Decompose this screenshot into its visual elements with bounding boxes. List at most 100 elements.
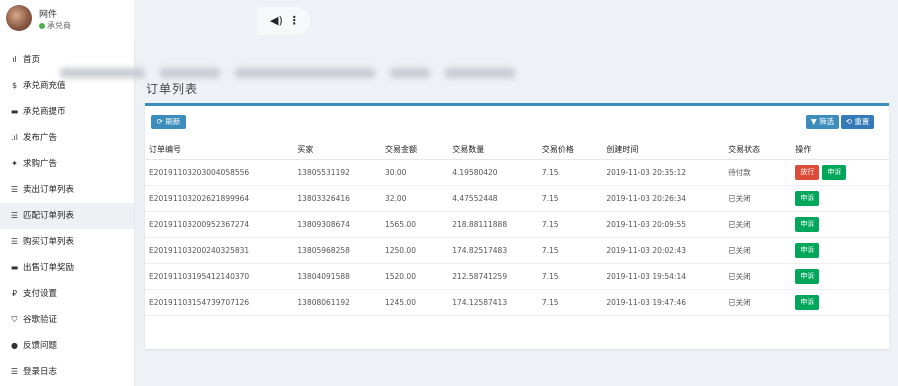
actions-cell: 申诉 [791,237,889,264]
amount-cell: 1520.00 [380,263,449,290]
table-row: E20191103203004058556 13805531192 30.00 4.1… [145,159,889,186]
orders-card: ⟳ 刷新 ▼ 筛选 ⟲ 重置 订单编号 买家 交易金额 交易数量 交易价格 创建时间 交易状… [145,103,889,349]
actions-cell: 申诉 [791,289,889,316]
table-row: E20191103202621899964 13803326416 32.00 4.4… [145,185,889,212]
actions-cell: 放行 申诉 [791,159,889,186]
comment-icon: ● [11,341,18,350]
amount-cell: 30.00 [380,159,449,186]
bar-chart-icon: ıl [12,55,17,64]
quantity-cell: 218.88111888 [448,211,538,238]
table-body: E20191103203004058556 13805531192 30.00 4.1… [145,159,889,316]
sidebar-item-label: 谷歌验证 [23,315,58,325]
sidebar-item-label: 发布广告 [23,133,58,143]
order-id-cell: E20191103195412140370 [145,263,294,290]
sidebar-item-label: 承兑商提币 [23,107,66,117]
sidebar-item-label: 购买订单列表 [23,237,75,247]
sidebar-item-label: 登录日志 [23,367,58,377]
column-header: 订单编号 [145,140,294,160]
quantity-cell: 4.19580420 [448,159,538,186]
created-time-cell: 2019-11-03 19:54:14 [602,263,725,290]
appeal-button[interactable]: 申诉 [795,295,820,310]
sidebar-item[interactable]: ⛉ 谷歌验证 [0,307,134,333]
release-button[interactable]: 放行 [795,165,820,180]
amount-cell: 32.00 [380,185,449,212]
table-row: E20191103200240325831 13805968258 1250.00 1… [145,237,889,264]
table-row: E20191103195412140370 13804091588 1520.00 2… [145,263,889,290]
sidebar-item[interactable]: ● 反馈问题 [0,333,134,359]
price-cell: 7.15 [537,185,603,212]
refresh-button[interactable]: ⟳ 刷新 [151,115,186,129]
created-time-cell: 2019-11-03 20:35:12 [602,159,725,186]
created-time-cell: 2019-11-03 19:47:46 [602,289,725,316]
payment-icon: ₽ [11,289,18,298]
actions-cell: 申诉 [791,263,889,290]
sidebar-item[interactable]: ▬ 出售订单奖励 [0,255,134,281]
actions-cell: 申诉 [791,185,889,212]
buyer-cell: 13804091588 [293,263,381,290]
status-cell: 待付款 [724,159,792,186]
reset-button[interactable]: ⟲ 重置 [841,115,874,129]
column-header: 交易金额 [380,140,449,160]
quantity-cell: 174.12587413 [448,289,538,316]
buyer-cell: 13805531192 [293,159,381,186]
sidebar-item[interactable]: ✦ 求购广告 [0,151,134,177]
appeal-button[interactable]: 申诉 [822,165,847,180]
appeal-button[interactable]: 申诉 [795,243,820,258]
sidebar-item[interactable]: ☰ 卖出订单列表 [0,177,134,203]
status-cell: 已关闭 [724,289,792,316]
order-id-cell: E20191103203004058556 [145,159,294,186]
sidebar-item-label: 首页 [23,55,41,65]
column-header: 创建时间 [602,140,725,160]
appeal-button[interactable]: 申诉 [795,191,820,206]
appeal-button[interactable]: 申诉 [795,269,820,284]
list-icon: ☰ [10,211,19,220]
quantity-cell: 212.58741259 [448,263,538,290]
top-controls: ◀) ⋮ [257,7,310,35]
sidebar-item-label: 卖出订单列表 [23,185,75,195]
more-icon[interactable]: ⋮ [289,14,300,27]
sidebar-item[interactable]: ▬ 承兑商提币 [0,99,134,125]
price-cell: 7.15 [537,289,603,316]
column-header: 交易数量 [448,140,538,160]
buyer-cell: 13808061192 [293,289,381,316]
profile-role-label: 承兑商 [47,21,71,30]
sidebar-item-label: 支付设置 [23,289,58,299]
order-id-cell: E20191103202621899964 [145,185,294,212]
status-cell: 已关闭 [724,185,792,212]
blurred-breadcrumb [60,68,520,80]
sidebar-item-label: 反馈问题 [23,341,58,351]
sidebar-item[interactable]: ☰ 登录日志 [0,359,134,385]
appeal-button[interactable]: 申诉 [795,217,820,232]
sound-icon[interactable]: ◀) [270,14,283,27]
sidebar-item-label: 求购广告 [23,159,58,169]
table-row: E20191103154739707126 13808061192 1245.00 1… [145,289,889,316]
sidebar-item-label: 承兑商充值 [23,81,66,91]
sidebar-item[interactable]: .ıl 发布广告 [0,125,134,151]
filter-button[interactable]: ▼ 筛选 [806,115,839,129]
sidebar-item[interactable]: ☰ 匹配订单列表 [0,203,134,229]
table-header: 订单编号 买家 交易金额 交易数量 交易价格 创建时间 交易状态 操作 [145,140,889,160]
orders-table: 订单编号 买家 交易金额 交易数量 交易价格 创建时间 交易状态 操作 E2019110320… [145,140,889,316]
amount-cell: 1565.00 [380,211,449,238]
buyer-cell: 13809308674 [293,211,381,238]
sidebar: 网件 承兑商 ıl 首页 $ 承兑商充值 ▬ 承兑商提币 .ıl 发布广告 ✦ 求购广告 ☰ 卖出订单… [0,0,135,386]
online-status-icon [39,22,45,29]
ad-icon: ✦ [11,159,18,168]
table-row: E20191103200952367274 13809308674 1565.00 2… [145,211,889,238]
top-bar: ◀) ⋮ [134,0,898,41]
order-id-cell: E20191103200240325831 [145,237,294,264]
signal-icon: .ıl [11,133,18,142]
column-header: 买家 [293,140,381,160]
price-cell: 7.15 [537,263,603,290]
status-cell: 已关闭 [724,263,792,290]
page-title: 订单列表 [146,82,199,96]
sidebar-item-label: 匹配订单列表 [23,211,75,221]
price-cell: 7.15 [537,159,603,186]
price-cell: 7.15 [537,237,603,264]
price-cell: 7.15 [537,211,603,238]
sidebar-item[interactable]: ₽ 支付设置 [0,281,134,307]
buyer-cell: 13803326416 [293,185,381,212]
sidebar-item[interactable]: ☰ 购买订单列表 [0,229,134,255]
status-cell: 已关闭 [724,211,792,238]
card-icon: ▬ [10,107,19,116]
